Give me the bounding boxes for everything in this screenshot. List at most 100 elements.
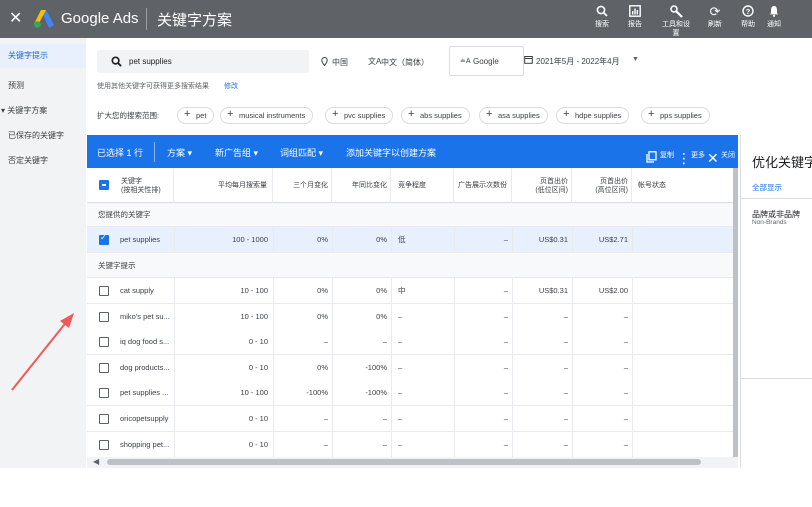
notifications-button[interactable]: 通知 bbox=[759, 5, 789, 29]
sidebar-item-saved-keywords[interactable]: 已保存的关键字 bbox=[0, 124, 86, 148]
cell-kw[interactable]: iq dog food s... bbox=[120, 329, 172, 354]
sidebar-item-keyword-plans[interactable]: ▾ 关键字方案 bbox=[0, 99, 86, 123]
horizontal-scroll-thumb[interactable] bbox=[107, 459, 701, 465]
broaden-chip[interactable]: + musical instruments bbox=[220, 107, 314, 124]
table-row[interactable]: iq dog food s... 0 - 10 – – – – – – bbox=[87, 329, 738, 356]
column-divider bbox=[391, 380, 392, 406]
bell-icon bbox=[759, 5, 789, 20]
wrench-icon bbox=[660, 5, 692, 20]
location-filter[interactable]: 中国 bbox=[332, 57, 348, 68]
select-all-checkbox[interactable] bbox=[99, 180, 109, 190]
col-keyword[interactable]: 关键字 (按相关性排) bbox=[114, 168, 174, 203]
cell-kw[interactable]: miko's pet su... bbox=[120, 304, 172, 329]
table-row[interactable]: oricopetsupply 0 - 10 – – – – – – bbox=[87, 406, 738, 432]
vertical-scrollbar[interactable] bbox=[733, 168, 738, 463]
sidebar-item-negative-keywords[interactable]: 否定关键字 bbox=[0, 149, 86, 173]
broaden-chip[interactable]: + pps supplies bbox=[641, 107, 710, 124]
scroll-left-icon[interactable]: ◀ bbox=[93, 457, 99, 466]
row-checkbox[interactable] bbox=[99, 337, 109, 348]
broaden-chip[interactable]: + abs supplies bbox=[401, 107, 470, 124]
table-row[interactable]: cat supply 10 - 100 0% 0% 中 – US$0.31 US$2.00 bbox=[87, 278, 738, 304]
network-filter[interactable]: ≐A Google bbox=[449, 46, 524, 76]
cell-avg: 10 - 100 bbox=[240, 388, 268, 398]
date-dropdown-icon[interactable]: ▼ bbox=[632, 56, 639, 63]
row-checkbox[interactable] bbox=[99, 233, 109, 245]
cell-high: – bbox=[623, 414, 628, 423]
location-pin-icon bbox=[321, 56, 328, 68]
cell-m3: -100% bbox=[306, 388, 328, 398]
table-row[interactable]: pet supplies ... 10 - 100 -100% -100% – – – – bbox=[87, 380, 738, 407]
cell-kw[interactable]: pet supplies ... bbox=[120, 380, 172, 405]
row-checkbox[interactable] bbox=[99, 388, 109, 399]
row-checkbox[interactable] bbox=[99, 362, 109, 373]
refresh-label: 刷新 bbox=[708, 21, 722, 28]
plan-dropdown[interactable]: 方案 ▾ bbox=[167, 146, 192, 159]
table-row[interactable]: dog products... 0 - 10 0% -100% – – – – bbox=[87, 354, 738, 381]
close-icon[interactable]: ✕ bbox=[9, 8, 22, 28]
plus-icon: + bbox=[648, 108, 655, 120]
row-checkbox[interactable] bbox=[99, 311, 109, 322]
svg-text:?: ? bbox=[746, 7, 751, 16]
col-bid-low[interactable]: 页首出价 (低位区间) bbox=[512, 168, 572, 203]
cell-low: – bbox=[563, 388, 568, 398]
col-bid-high[interactable]: 页首出价 (高位区间) bbox=[572, 168, 632, 203]
reports-button[interactable]: 报告 bbox=[620, 5, 650, 29]
chip-label: abs supplies bbox=[420, 111, 462, 120]
col-yoy[interactable]: 年同比变化 bbox=[332, 168, 391, 203]
tools-button[interactable]: 工具和设置 bbox=[660, 5, 692, 38]
column-divider bbox=[632, 329, 633, 355]
broaden-chip[interactable]: + pvc supplies bbox=[325, 107, 394, 124]
sidebar-item-keyword-ideas[interactable]: 关键字提示 bbox=[0, 44, 86, 68]
col-competition[interactable]: 竞争程度 bbox=[391, 168, 454, 203]
plus-icon: + bbox=[184, 108, 191, 120]
col-avg-monthly[interactable]: 平均每月搜索量 bbox=[174, 168, 273, 203]
col-account-status[interactable]: 帐号状态 bbox=[632, 168, 732, 203]
col-bid-low-sublabel: (低位区间) bbox=[535, 186, 568, 194]
column-divider bbox=[391, 354, 392, 380]
cell-kw[interactable]: oricopetsupply bbox=[120, 406, 172, 431]
search-button[interactable]: 搜索 bbox=[587, 5, 617, 29]
column-divider bbox=[391, 303, 392, 329]
horizontal-scrollbar[interactable]: ◀ bbox=[87, 457, 738, 468]
column-divider bbox=[632, 278, 633, 303]
broaden-chip[interactable]: + pet bbox=[177, 107, 215, 124]
table-row[interactable]: shopping pet... 0 - 10 – – – – – – bbox=[87, 431, 738, 458]
row-checkbox[interactable] bbox=[99, 439, 109, 450]
cell-kw[interactable]: cat supply bbox=[120, 278, 172, 303]
column-divider bbox=[391, 431, 392, 457]
broaden-chip[interactable]: + asa supplies bbox=[479, 107, 548, 124]
cell-kw[interactable]: dog products... bbox=[120, 355, 172, 380]
new-ad-group-dropdown[interactable]: 新广告组 ▾ bbox=[215, 146, 258, 159]
row-checkbox[interactable] bbox=[99, 414, 109, 424]
col-bid-high-sublabel: (高位区间) bbox=[595, 186, 628, 194]
cell-comp: 低 bbox=[398, 235, 406, 244]
cell-avg: 10 - 100 bbox=[240, 286, 268, 295]
keyword-search-box[interactable]: pet supplies bbox=[97, 50, 309, 73]
add-to-plan-link[interactable]: 添加关键字以创建方案 bbox=[346, 146, 436, 159]
table-row[interactable]: pet supplies 100 - 1000 0% 0% 低 – US$0.31 US$2.… bbox=[87, 227, 738, 253]
search-input[interactable]: pet supplies bbox=[129, 57, 172, 66]
cell-m3: 0% bbox=[317, 286, 328, 295]
cell-kw[interactable]: pet supplies bbox=[120, 227, 172, 252]
vertical-scroll-thumb[interactable] bbox=[733, 168, 738, 463]
cell-kw[interactable]: shopping pet... bbox=[120, 432, 172, 457]
col-impression-share[interactable]: 广告展示次数份 bbox=[454, 168, 512, 203]
refine-keywords-panel: 优化关键字 全部显示 品牌或非品牌 Non-Brands bbox=[740, 135, 812, 468]
close-icon: ✕ bbox=[707, 150, 719, 166]
table-row[interactable]: miko's pet su... 10 - 100 0% 0% – – – – bbox=[87, 303, 738, 330]
modify-link[interactable]: 修改 bbox=[224, 81, 238, 91]
plan-label: 方案 bbox=[167, 148, 186, 158]
search-icon bbox=[111, 56, 122, 67]
broaden-chip[interactable]: + hdpe supplies bbox=[556, 107, 630, 124]
main-content: pet supplies 中国 文A 中文（简体） ≐A Google 2021… bbox=[86, 38, 812, 468]
language-filter[interactable]: 中文（简体） bbox=[381, 57, 429, 68]
cell-avg: 0 - 10 bbox=[248, 439, 268, 449]
match-type-dropdown[interactable]: 词组匹配 ▾ bbox=[280, 146, 323, 159]
refresh-button[interactable]: ⟳ 刷新 bbox=[700, 5, 730, 29]
show-all-link[interactable]: 全部显示 bbox=[752, 182, 782, 193]
row-checkbox[interactable] bbox=[99, 286, 109, 296]
date-range-picker[interactable]: 2021年5月 - 2022年4月 bbox=[536, 56, 620, 67]
sidebar-item-forecast[interactable]: 预测 bbox=[0, 74, 86, 98]
cell-high: – bbox=[623, 337, 628, 347]
col-three-month[interactable]: 三个月变化 bbox=[273, 168, 332, 203]
